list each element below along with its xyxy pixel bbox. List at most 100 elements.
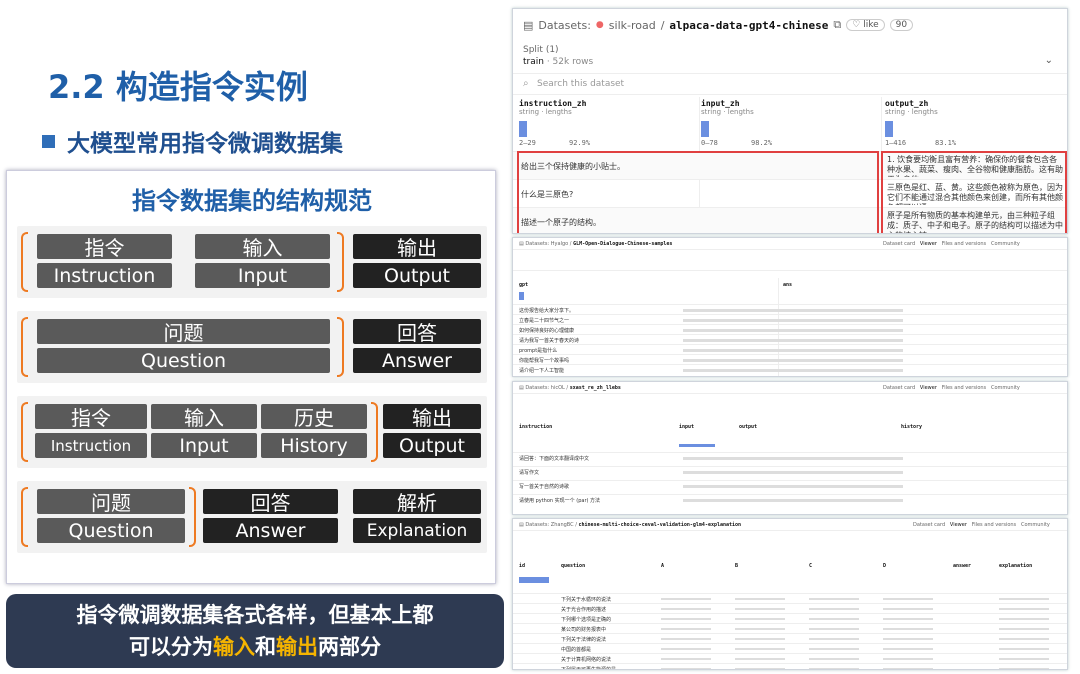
column-name: A [661,563,665,569]
table-row[interactable]: 下列属于可再生能源的是 [513,663,1067,670]
dataset-header: ▤ Datasets: ● silk-road / alpaca-data-gp… [523,18,914,32]
split-label: Split (1) [523,45,559,55]
dataset-name-link[interactable]: sxast_re_zh_llebs [570,385,621,391]
history-en: History [261,433,367,458]
table-row[interactable]: 关于光合作用的描述 [513,603,1067,613]
column-type: string · lengths [885,108,938,116]
tab-viewer[interactable]: Viewer [950,522,967,528]
like-button[interactable]: ♡ like [846,19,885,31]
cell-question: 下列关于水循环的说法 [561,597,612,603]
column-headers: instruction_zh string · lengths 2–29 92.… [513,95,1067,153]
cell-text: 这份报告给大家分享下。 [519,308,575,314]
dataset-viewer-sharegpt: ▤ Datasets: hicOL / sxast_re_zh_llebs Da… [512,381,1068,515]
dataset-owner-link[interactable]: ZhangBC [551,522,574,528]
dataset-name-link[interactable]: chinese-multi-choice-ceval-validation-gl… [579,522,742,528]
cell-placeholder-text [683,369,903,372]
tab-dataset-card[interactable]: Dataset card [913,522,945,528]
column-name: id [519,563,526,569]
column-name: input [679,424,695,430]
cell-placeholder-text [809,608,859,610]
column-header-input[interactable]: input_zh string · lengths 0–78 98.2% [701,99,879,153]
tab-files[interactable]: Files and versions [942,241,986,247]
heart-icon: ♡ [852,20,861,30]
cell-text: 请介绍一下人工智能 [519,368,565,374]
cell-placeholder-text [883,628,933,630]
dataset-owner-link[interactable]: silk-road [609,19,656,32]
question-zh: 问题 [37,489,185,514]
callout-text: 可以分为 [129,635,213,659]
length-pct: 92.9% [569,139,591,147]
table-row[interactable]: 关于计算机网络的说法 [513,653,1067,663]
cell-question: 下列属于可再生能源的是 [561,667,617,670]
instruction-en: Instruction [37,263,172,288]
cell-text: 请写作文 [519,470,540,476]
table-row[interactable]: 请写作文 [513,466,1067,478]
bullet-square-icon [42,134,55,148]
dataset-owner-link[interactable]: hicOL [551,385,565,391]
table-row[interactable]: 中国的首都是 [513,643,1067,653]
tab-community[interactable]: Community [1021,522,1050,528]
column-name: instruction [519,424,553,430]
split-name: train [523,57,544,67]
tab-files[interactable]: Files and versions [942,385,986,391]
table-row[interactable]: 某公司的财务报表中 [513,623,1067,633]
dataset-name-link[interactable]: GLM-Open-Dialogue-Chinese-samples [573,241,672,247]
column-type: string · lengths [519,108,572,116]
cell-placeholder-text [661,658,711,660]
search-input[interactable]: Search this dataset [537,79,624,89]
table-row[interactable]: 写一首关于自然的诗歌 [513,480,1067,492]
question-zh: 问题 [37,319,330,344]
tab-dataset-card[interactable]: Dataset card [883,241,915,247]
dataset-viewer-alpaca: ▤ Datasets: ● silk-road / alpaca-data-gp… [512,8,1068,234]
tab-viewer[interactable]: Viewer [920,241,937,247]
length-histogram-bar [519,292,524,300]
tab-community[interactable]: Community [991,385,1020,391]
tab-files[interactable]: Files and versions [972,522,1016,528]
length-histogram-bar [885,121,893,137]
cell-placeholder-text [661,638,711,640]
cell-placeholder-text [735,658,785,660]
tab-community[interactable]: Community [991,241,1020,247]
table-row[interactable]: 请使用 python 实现一个 (par) 方法 [513,494,1067,506]
divider [513,249,1067,250]
bracket-right [337,317,344,377]
length-pct: 98.2% [751,139,773,147]
cell-placeholder-text [883,598,933,600]
table-row[interactable]: 下列哪个选项是正确的 [513,613,1067,623]
like-count: 90 [889,19,914,31]
column-type: string · lengths [701,108,754,116]
instruction-zh: 指令 [37,234,172,259]
table-row[interactable]: 请介绍一下人工智能 [513,364,1067,376]
cell-placeholder-text [661,648,711,650]
cell-placeholder-text [683,499,903,502]
cell-placeholder-text [735,628,785,630]
answer-zh: 回答 [203,489,338,514]
tab-dataset-card[interactable]: Dataset card [883,385,915,391]
copy-icon[interactable]: ⧉ [833,18,841,32]
cell-question: 下列关于法律的说法 [561,637,607,643]
cell-placeholder-text [999,618,1049,620]
search-bar[interactable]: ⌕ Search this dataset [513,73,1067,95]
dataset-owner-link[interactable]: Hyalgo [551,241,568,247]
chevron-down-icon[interactable]: ⌄ [1045,55,1053,66]
table-row[interactable]: 下列关于法律的说法 [513,633,1067,643]
dataset-tabs: Dataset card Viewer Files and versions C… [883,241,1020,247]
dataset-name-link[interactable]: alpaca-data-gpt4-chinese [669,19,828,32]
cell-placeholder-text [683,457,903,460]
table-row[interactable]: 请回答：下面的文本翻译成中文 [513,452,1067,464]
column-name: C [809,563,813,569]
cell-placeholder-text [735,668,785,669]
answer-zh: 回答 [353,319,481,344]
split-selector[interactable]: train · 52k rows [523,57,593,67]
datasets-label: Datasets: [525,522,550,528]
tab-viewer[interactable]: Viewer [920,385,937,391]
cell-placeholder-text [683,329,903,332]
table-row[interactable]: 下列关于水循环的说法 [513,593,1067,603]
column-header-instruction[interactable]: instruction_zh string · lengths 2–29 92.… [519,99,697,153]
column-header-output[interactable]: output_zh string · lengths 1–416 83.1% [885,99,1063,153]
dataset-header: ▤ Datasets: Hyalgo / GLM-Open-Dialogue-C… [519,241,673,247]
input-en: Input [151,433,257,458]
cell-placeholder-text [683,319,903,322]
cell-placeholder-text [883,668,933,669]
column-name: B [735,563,739,569]
